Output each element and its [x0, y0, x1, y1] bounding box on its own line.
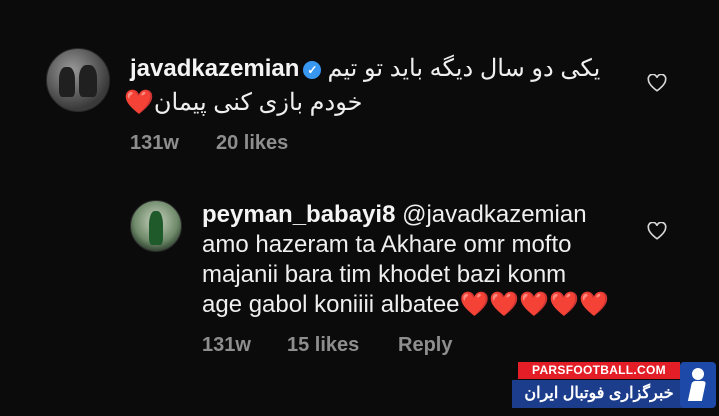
reply-header: peyman_babayi8 @javadkazemian — [202, 200, 587, 230]
reply-time: 131w — [202, 334, 251, 356]
comment-text-line1: یکی دو سال دیگه باید تو تیم — [327, 55, 601, 82]
like-heart-icon[interactable] — [647, 74, 667, 92]
heart-emoji: ❤️ — [124, 89, 154, 116]
reply-text-line-last: age gabol koniiii albatee❤️❤️❤️❤️❤️ — [202, 290, 609, 320]
verified-badge-icon: ✓ — [303, 60, 322, 79]
likes-count[interactable]: 20 likes — [216, 132, 288, 155]
reply-text: age gabol koniiii albatee — [202, 291, 460, 318]
reply-text-line: amo hazeram ta Akhare omr mofto — [202, 231, 572, 258]
username[interactable]: peyman_babayi8 — [202, 201, 395, 228]
reply-button[interactable]: Reply — [398, 334, 452, 357]
reply-text-line: majanii bara tim khodet bazi konm — [202, 261, 567, 288]
parsfootball-watermark: PARSFOOTBALL.COM خبرگزاری فوتبال ایران — [512, 362, 716, 410]
avatar[interactable] — [130, 200, 182, 252]
mention-link[interactable]: @javadkazemian — [402, 201, 586, 228]
like-heart-icon[interactable] — [647, 222, 667, 240]
heart-emojis: ❤️❤️❤️❤️❤️ — [459, 291, 609, 318]
comment-text-line2-wrap: خودم بازی کنی پیمان❤️ — [124, 88, 362, 118]
username[interactable]: javadkazemian — [130, 55, 299, 82]
avatar[interactable] — [46, 48, 110, 112]
comment-time: 131w — [130, 132, 179, 154]
comment-text-line2: خودم بازی کنی پیمان — [153, 89, 363, 116]
watermark-site: PARSFOOTBALL.COM — [518, 362, 680, 379]
comment-header: javadkazemian ✓ یکی دو سال دیگه باید تو تی… — [130, 54, 600, 84]
watermark-name: خبرگزاری فوتبال ایران — [512, 380, 686, 408]
football-player-logo-icon — [680, 362, 716, 408]
likes-count[interactable]: 15 likes — [287, 334, 359, 357]
